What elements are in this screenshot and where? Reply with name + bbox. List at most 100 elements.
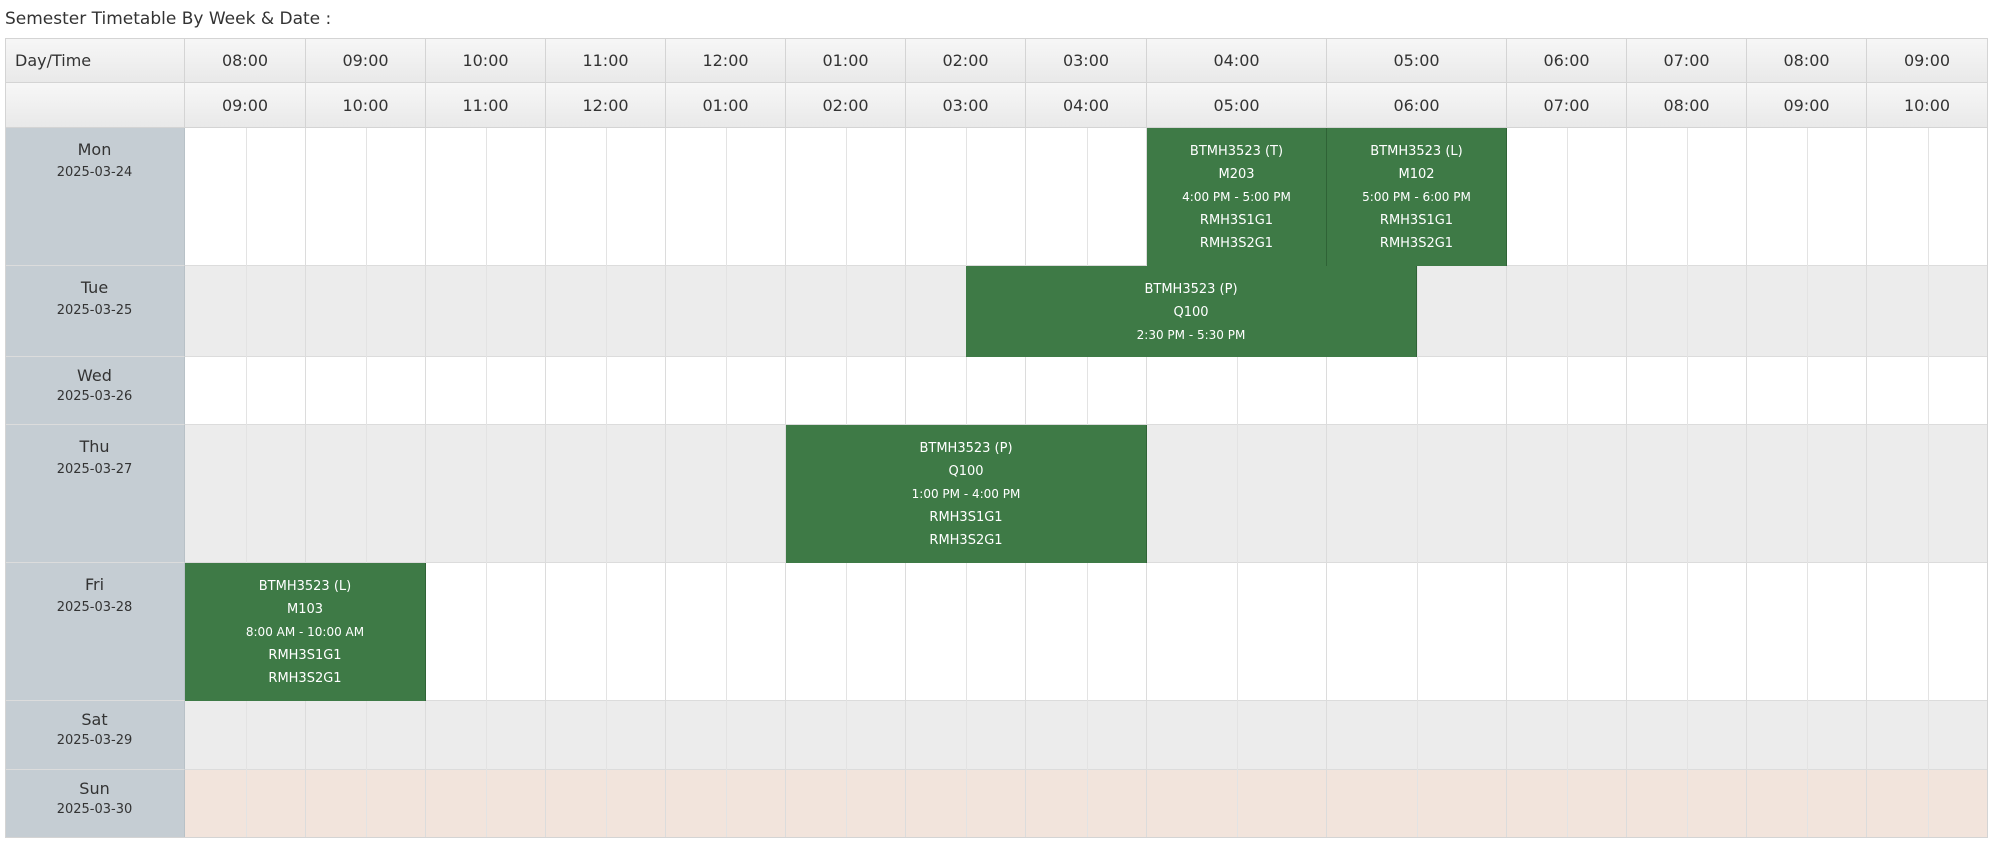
header-start-time: 08:00: [185, 38, 306, 83]
header-start-time: 06:00: [1507, 38, 1627, 83]
day-name: Mon: [77, 140, 112, 159]
session-course-code: BTMH3523 (L): [258, 579, 352, 594]
session-time: 1:00 PM - 4:00 PM: [911, 487, 1021, 501]
header-end-time: 02:00: [786, 83, 906, 128]
day-date: 2025-03-28: [56, 600, 133, 615]
day-label-sat: Sat 2025-03-29: [5, 701, 185, 770]
header-start-time: 05:00: [1327, 38, 1507, 83]
header-day-time: Day/Time: [5, 38, 185, 83]
session-group: RMH3S2G1: [1199, 236, 1274, 251]
grid-line-half-hour: [1928, 128, 1929, 838]
session-group: RMH3S1G1: [929, 510, 1003, 525]
header-end-time: 12:00: [546, 83, 666, 128]
grid-line-hour: [305, 128, 306, 838]
header-start-time: 08:00: [1747, 38, 1867, 83]
header-end-time: 09:00: [185, 83, 306, 128]
grid-line-half-hour: [246, 128, 247, 838]
day-date: 2025-03-27: [56, 462, 133, 477]
day-date: 2025-03-30: [56, 802, 133, 817]
header-start-time: 09:00: [1867, 38, 1988, 83]
day-date: 2025-03-25: [56, 303, 133, 318]
header-end-time: 11:00: [426, 83, 546, 128]
grid-line-half-hour: [606, 128, 607, 838]
header-end-time: 06:00: [1327, 83, 1507, 128]
timetable-grid: Day/Time 08:00 09:00 09:00 10:00 10:00 11:00 11…: [5, 38, 1988, 838]
session-time: 4:00 PM - 5:00 PM: [1182, 190, 1291, 204]
grid-line-hour: [1746, 128, 1747, 838]
header-start-time: 01:00: [786, 38, 906, 83]
grid-line-half-hour: [486, 128, 487, 838]
day-name: Wed: [77, 366, 112, 385]
header-start-time: 04:00: [1147, 38, 1327, 83]
grid-line-half-hour: [1567, 128, 1568, 838]
day-row-sun: [5, 770, 1988, 838]
class-session-block[interactable]: BTMH3523 (P) Q100 1:00 PM - 4:00 PM RMH3S1G…: [786, 425, 1147, 563]
grid-line-hour: [1866, 128, 1867, 838]
header-end-time: 10:00: [306, 83, 426, 128]
day-row-wed: [5, 357, 1988, 425]
day-name: Sat: [81, 710, 108, 729]
session-time: 2:30 PM - 5:30 PM: [1136, 328, 1246, 342]
header-end-time: 07:00: [1507, 83, 1627, 128]
session-course-code: BTMH3523 (L): [1370, 144, 1463, 159]
day-label-fri: Fri 2025-03-28: [5, 563, 185, 701]
grid-line-hour: [665, 128, 666, 838]
day-label-mon: Mon 2025-03-24: [5, 128, 185, 266]
class-session-block[interactable]: BTMH3523 (L) M103 8:00 AM - 10:00 AM RMH3S1…: [185, 563, 426, 701]
session-group: RMH3S2G1: [1379, 236, 1454, 251]
grid-line-hour: [425, 128, 426, 838]
header-start-time: 11:00: [546, 38, 666, 83]
session-time: 5:00 PM - 6:00 PM: [1362, 190, 1471, 204]
session-time: 8:00 AM - 10:00 AM: [245, 625, 365, 639]
header-end-time: 10:00: [1867, 83, 1988, 128]
header-end-time: 08:00: [1627, 83, 1747, 128]
session-room: Q100: [948, 464, 984, 479]
day-name: Sun: [79, 779, 110, 798]
header-start-time: 12:00: [666, 38, 786, 83]
session-room: M103: [286, 602, 324, 617]
session-group: RMH3S2G1: [929, 533, 1003, 548]
day-name: Fri: [84, 575, 105, 594]
day-label-thu: Thu 2025-03-27: [5, 425, 185, 563]
session-course-code: BTMH3523 (P): [919, 441, 1013, 456]
header-end-time: 09:00: [1747, 83, 1867, 128]
header-end-time: 05:00: [1147, 83, 1327, 128]
page-title: Semester Timetable By Week & Date :: [5, 9, 332, 29]
session-room: M102: [1398, 167, 1435, 182]
grid-line-half-hour: [1807, 128, 1808, 838]
class-session-block[interactable]: BTMH3523 (P) Q100 2:30 PM - 5:30 PM: [966, 266, 1417, 357]
session-room: Q100: [1173, 305, 1209, 320]
class-session-block[interactable]: BTMH3523 (L) M102 5:00 PM - 6:00 PM RMH3S1G…: [1327, 128, 1507, 266]
grid-line-half-hour: [1687, 128, 1688, 838]
session-course-code: BTMH3523 (P): [1144, 282, 1238, 297]
header-end-time: 01:00: [666, 83, 786, 128]
grid-line-hour: [1987, 128, 1988, 838]
day-label-tue: Tue 2025-03-25: [5, 266, 185, 357]
day-row-sat: [5, 701, 1988, 770]
grid-line-hour: [545, 128, 546, 838]
session-group: RMH3S1G1: [268, 648, 342, 663]
header-corner-blank: [5, 83, 185, 128]
day-date: 2025-03-26: [56, 389, 133, 404]
class-session-block[interactable]: BTMH3523 (T) M203 4:00 PM - 5:00 PM RMH3S1G…: [1147, 128, 1327, 266]
header-start-time: 10:00: [426, 38, 546, 83]
day-date: 2025-03-24: [56, 165, 133, 180]
day-name: Tue: [80, 278, 109, 297]
day-label-sun: Sun 2025-03-30: [5, 770, 185, 838]
header-start-time: 03:00: [1026, 38, 1147, 83]
day-name: Thu: [79, 437, 110, 456]
session-group: RMH3S2G1: [268, 671, 342, 686]
day-row-mon: [5, 128, 1988, 266]
grid-line-half-hour: [366, 128, 367, 838]
grid-line-half-hour: [726, 128, 727, 838]
header-end-time: 03:00: [906, 83, 1026, 128]
header-start-time: 07:00: [1627, 38, 1747, 83]
grid-line-hour: [1626, 128, 1627, 838]
header-start-time: 02:00: [906, 38, 1026, 83]
day-date: 2025-03-29: [56, 733, 133, 748]
header-end-time: 04:00: [1026, 83, 1147, 128]
day-label-wed: Wed 2025-03-26: [5, 357, 185, 425]
session-course-code: BTMH3523 (T): [1189, 144, 1284, 159]
session-room: M203: [1218, 167, 1255, 182]
session-group: RMH3S1G1: [1379, 213, 1454, 228]
